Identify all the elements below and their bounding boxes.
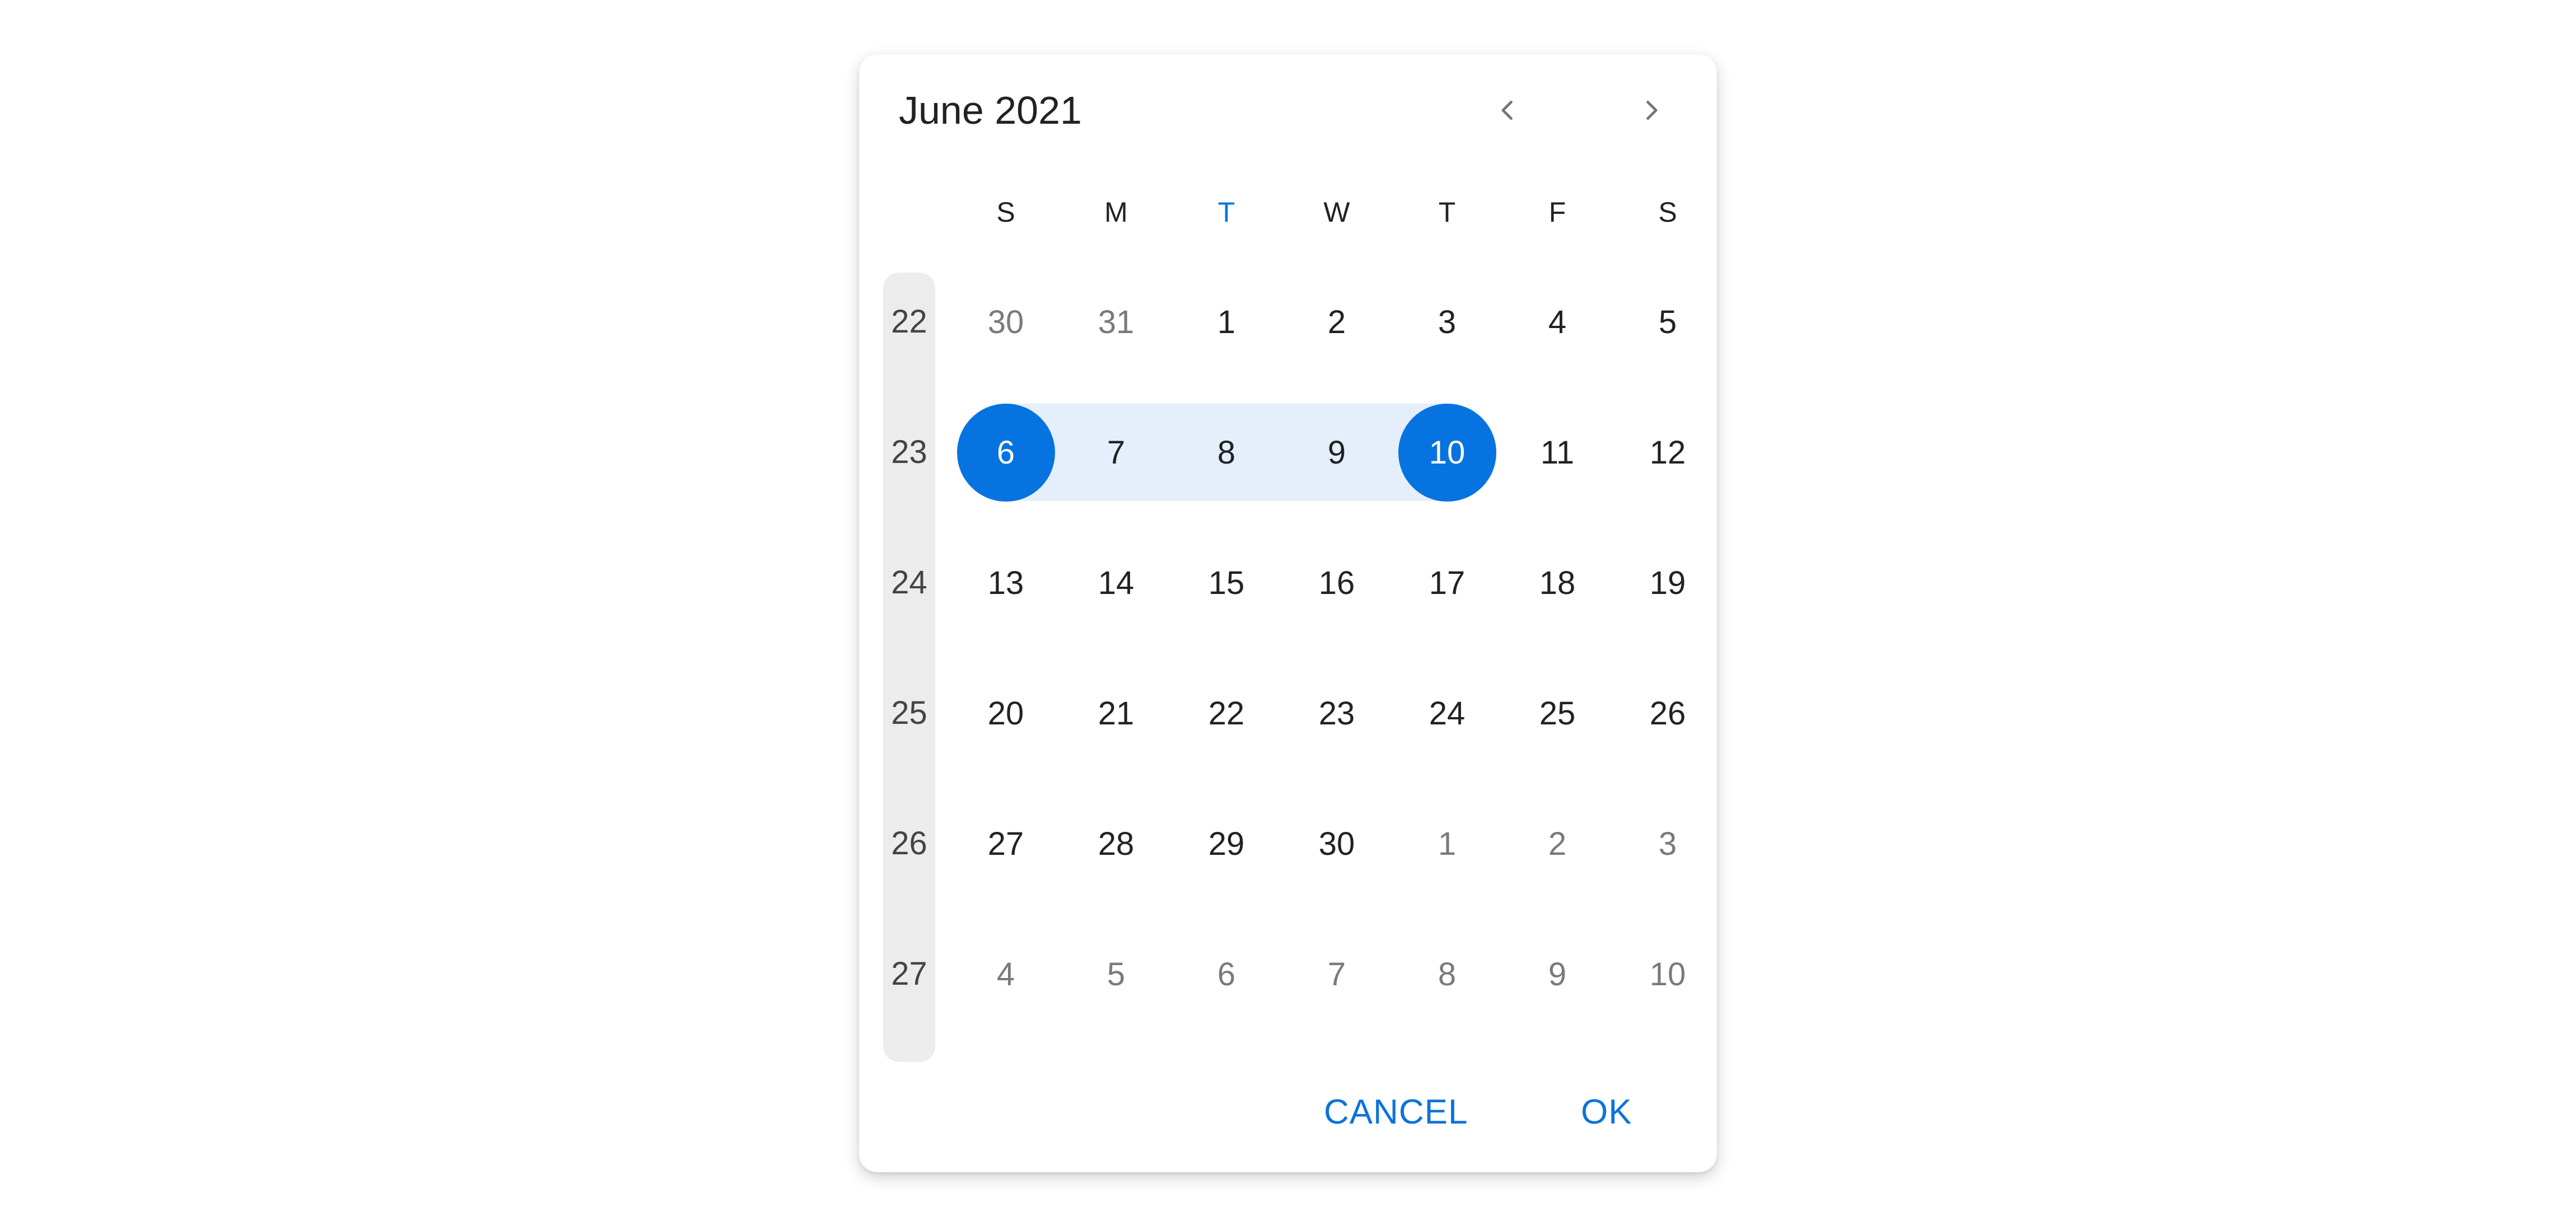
day-cell[interactable]: 14 <box>1067 534 1165 632</box>
day-cell[interactable]: 28 <box>1067 795 1165 893</box>
week-number: 23 <box>891 434 927 470</box>
day-cell[interactable]: 18 <box>1509 534 1607 632</box>
other-month-day[interactable]: 5 <box>1067 925 1165 1023</box>
previous-month-button[interactable] <box>1483 88 1533 133</box>
day-cell[interactable]: 25 <box>1509 665 1607 762</box>
day-cell[interactable]: 17 <box>1398 534 1496 632</box>
day-cell[interactable]: 11 <box>1509 404 1607 502</box>
week-number: 27 <box>891 956 927 992</box>
month-year-title: June 2021 <box>899 88 1082 132</box>
week-number: 26 <box>891 825 927 862</box>
other-month-day[interactable]: 4 <box>957 925 1055 1023</box>
day-cell[interactable]: 16 <box>1288 534 1386 632</box>
weekday-header: F <box>1548 196 1566 228</box>
chevron-left-icon <box>1501 100 1513 120</box>
day-cell[interactable]: 12 <box>1619 404 1717 502</box>
day-cell[interactable]: 19 <box>1619 534 1717 632</box>
in-range-day[interactable]: 7 <box>1067 404 1165 502</box>
other-month-day[interactable]: 30 <box>957 273 1055 371</box>
other-month-day[interactable]: 1 <box>1398 795 1496 893</box>
day-cell[interactable]: 20 <box>957 665 1055 762</box>
cancel-button[interactable]: CANCEL <box>1324 1093 1468 1132</box>
day-cell[interactable]: 29 <box>1178 795 1276 893</box>
day-cell[interactable]: 13 <box>957 534 1055 632</box>
day-cell[interactable]: 5 <box>1619 273 1717 371</box>
other-month-day[interactable]: 6 <box>1178 925 1276 1023</box>
range-end-day[interactable]: 10 <box>1398 403 1496 502</box>
day-cell[interactable]: 26 <box>1619 665 1717 762</box>
other-month-day[interactable]: 10 <box>1619 925 1717 1023</box>
day-cell[interactable]: 15 <box>1178 534 1276 632</box>
in-range-day[interactable]: 8 <box>1178 404 1276 502</box>
other-month-day[interactable]: 31 <box>1067 273 1165 371</box>
day-cell[interactable]: 30 <box>1288 795 1386 893</box>
day-cell[interactable]: 27 <box>957 795 1055 893</box>
day-cell[interactable]: 21 <box>1067 665 1165 762</box>
date-range-picker-dialog: June 2021 SMTWTFS 22 30 31 1 2 3 4 5 23 6 7 8 9 10 11 1… <box>859 54 1717 1172</box>
week-number: 24 <box>891 564 927 601</box>
other-month-day[interactable]: 7 <box>1288 925 1386 1023</box>
day-cell[interactable]: 23 <box>1288 665 1386 762</box>
week-number-column <box>883 273 935 1062</box>
chevron-right-icon <box>1646 100 1658 120</box>
weekday-header: M <box>1104 196 1128 228</box>
in-range-day[interactable]: 9 <box>1288 404 1386 502</box>
other-month-day[interactable]: 3 <box>1619 795 1717 893</box>
ok-button[interactable]: OK <box>1581 1093 1632 1132</box>
day-cell[interactable]: 22 <box>1178 665 1276 762</box>
weekday-header: T <box>1438 196 1456 228</box>
day-cell[interactable]: 2 <box>1288 273 1386 371</box>
other-month-day[interactable]: 9 <box>1509 925 1607 1023</box>
weekday-header: S <box>996 196 1015 228</box>
day-cell[interactable]: 3 <box>1398 273 1496 371</box>
next-month-button[interactable] <box>1626 88 1676 133</box>
week-number: 25 <box>891 695 927 731</box>
day-cell[interactable]: 24 <box>1398 665 1496 762</box>
week-number: 22 <box>891 303 927 340</box>
other-month-day[interactable]: 8 <box>1398 925 1496 1023</box>
range-start-day[interactable]: 6 <box>956 403 1055 502</box>
weekday-header: T <box>1217 196 1235 228</box>
day-cell[interactable]: 4 <box>1509 273 1607 371</box>
day-cell[interactable]: 1 <box>1178 273 1276 371</box>
other-month-day[interactable]: 2 <box>1509 795 1607 893</box>
weekday-header: S <box>1658 196 1677 228</box>
weekday-header: W <box>1323 196 1350 228</box>
